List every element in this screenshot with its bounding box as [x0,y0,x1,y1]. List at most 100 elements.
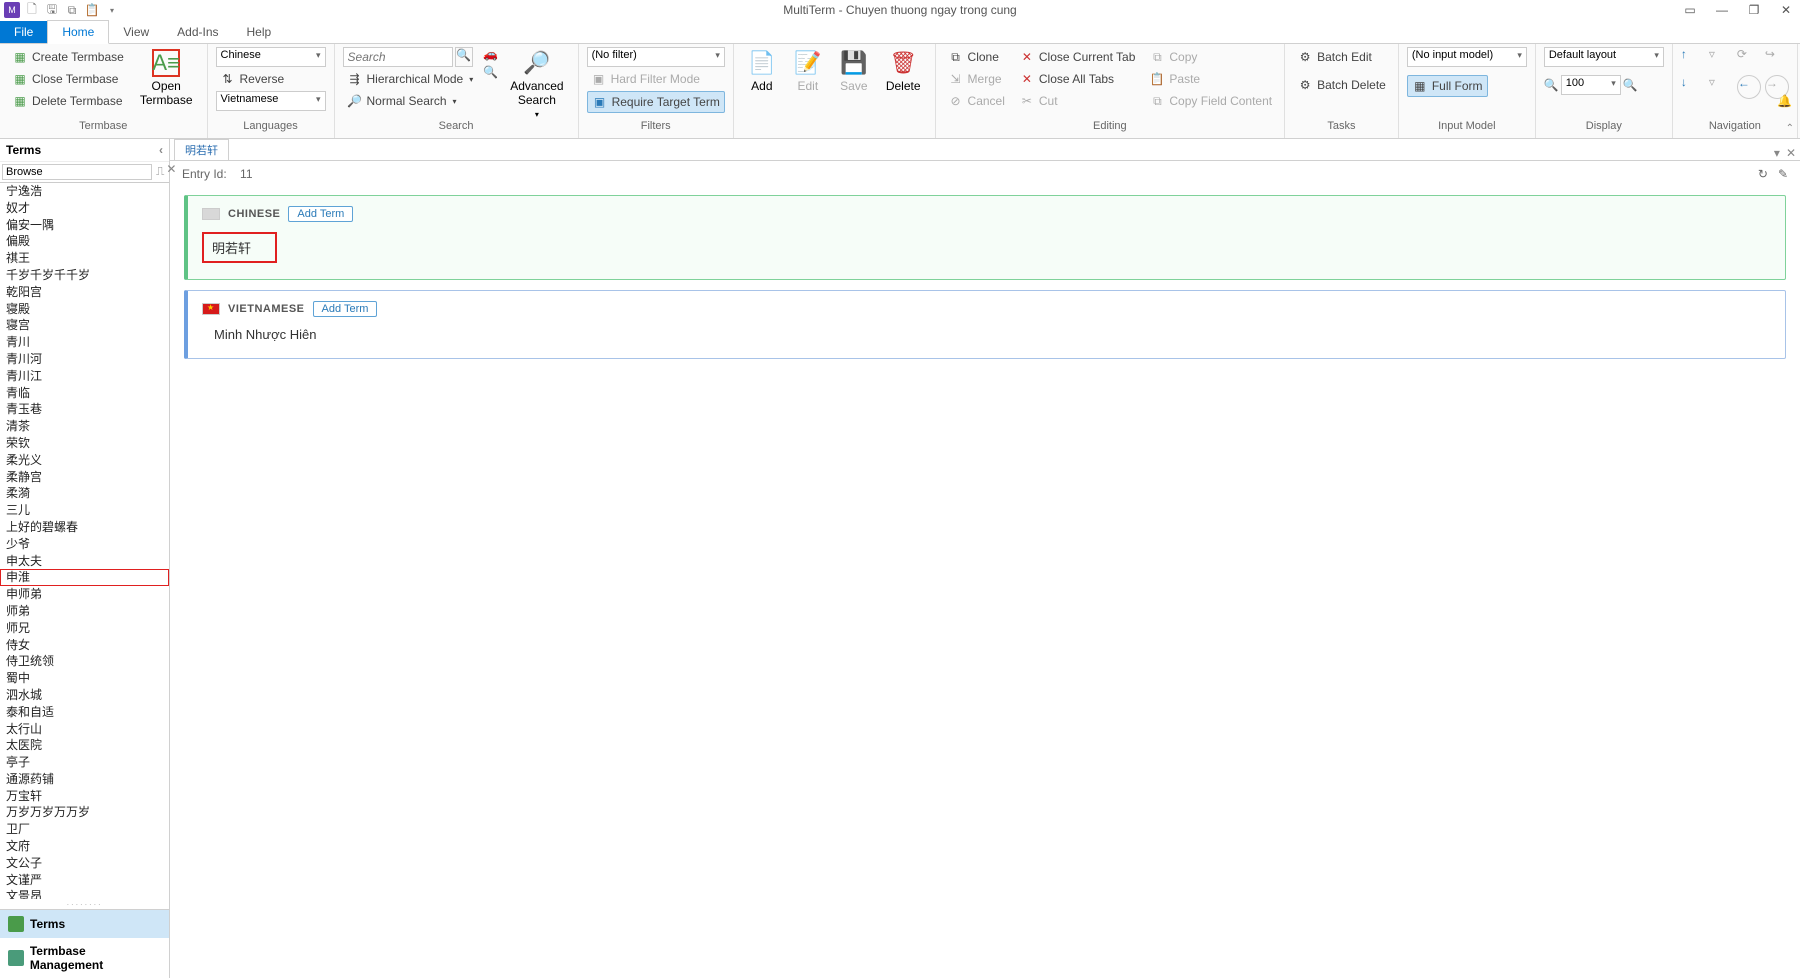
term-item[interactable]: 泰和自适 [0,704,169,721]
restore-icon[interactable]: ❐ [1744,3,1764,17]
filter-select[interactable]: (No filter) [587,47,725,67]
cut-button[interactable]: ✂Cut [1015,91,1140,111]
nav-back-icon[interactable]: ← [1737,75,1761,99]
term-item[interactable]: 寝宫 [0,317,169,334]
hard-filter-button[interactable]: ▣Hard Filter Mode [587,69,725,89]
source-lang-select[interactable]: Chinese [216,47,326,67]
edit-entry-button[interactable]: 📝Edit [788,47,828,95]
search-input[interactable] [343,47,453,67]
term-item[interactable]: 文景昂 [0,888,169,899]
sidebar-collapse-icon[interactable]: ‹ [159,143,163,157]
tab-close-icon[interactable]: ✕ [1786,146,1796,160]
paste-button[interactable]: 📋Paste [1145,69,1276,89]
copy-field-button[interactable]: ⧉Copy Field Content [1145,91,1276,111]
term-item[interactable]: 申太夫 [0,553,169,570]
batch-edit-button[interactable]: ⚙Batch Edit [1293,47,1390,67]
edit-icon[interactable]: ✎ [1778,167,1788,181]
term-item[interactable]: 万宝轩 [0,788,169,805]
term-item[interactable]: 青川河 [0,351,169,368]
require-target-button[interactable]: ▣Require Target Term [587,91,725,113]
term-item[interactable]: 文府 [0,838,169,855]
add-term-chinese-button[interactable]: Add Term [288,206,353,222]
delete-entry-button[interactable]: 🗑Delete [880,47,927,95]
delete-termbase-button[interactable]: ▦Delete Termbase [8,91,128,111]
term-chinese-value[interactable]: 明若轩 [202,232,277,263]
nav-termbase-management[interactable]: Termbase Management [0,938,169,978]
nav-filter2-icon[interactable]: ▿ [1709,75,1733,99]
clone-button[interactable]: ⧉Clone [944,47,1009,67]
add-entry-button[interactable]: 📄Add [742,47,782,95]
input-model-select[interactable]: (No input model) [1407,47,1527,67]
notification-bell-icon[interactable]: 🔔 [1777,94,1792,108]
tab-view[interactable]: View [109,21,163,43]
close-termbase-button[interactable]: ▦Close Termbase [8,69,128,89]
term-item[interactable]: 申师弟 [0,586,169,603]
term-item[interactable]: 文谨严 [0,872,169,889]
term-item[interactable]: 青临 [0,385,169,402]
ribbon-display-icon[interactable]: ▭ [1680,3,1700,17]
term-item[interactable]: 万岁万岁万万岁 [0,804,169,821]
term-item[interactable]: 亭子 [0,754,169,771]
term-item[interactable]: 祺王 [0,250,169,267]
fuzzy-search-icon[interactable]: 🚗 [483,47,498,61]
term-item[interactable]: 太行山 [0,721,169,738]
term-item[interactable]: 千岁千岁千千岁 [0,267,169,284]
term-item[interactable]: 偏安一隅 [0,217,169,234]
term-item[interactable]: 三儿 [0,502,169,519]
term-item[interactable]: 柔光义 [0,452,169,469]
new-doc-icon[interactable]: 🗋 [24,2,40,18]
paste-icon[interactable]: 📋 [84,2,100,18]
term-item[interactable]: 荣钦 [0,435,169,452]
wildcard-search-icon[interactable]: 🔍 [483,65,498,79]
term-item[interactable]: 宁逸浩 [0,183,169,200]
term-vietnamese-value[interactable]: Minh Nhược Hiên [202,327,1771,342]
zoom-in-icon[interactable]: 🔍 [1623,78,1638,92]
add-term-vietnamese-button[interactable]: Add Term [313,301,378,317]
term-item[interactable]: 侍女 [0,637,169,654]
term-list[interactable]: 宁逸浩奴才偏安一隅偏殿祺王千岁千岁千千岁乾阳宫寝殿寝宫青川青川河青川江青临青玉巷… [0,183,169,899]
term-item[interactable]: 乾阳宫 [0,284,169,301]
tab-home[interactable]: Home [47,20,109,44]
tab-help[interactable]: Help [233,21,286,43]
close-current-tab-button[interactable]: ✕Close Current Tab [1015,47,1140,67]
term-item[interactable]: 青玉巷 [0,401,169,418]
layout-select[interactable]: Default layout [1544,47,1664,67]
term-item[interactable]: 寝殿 [0,301,169,318]
open-termbase-button[interactable]: A≡ Open Termbase [134,47,199,110]
term-item[interactable]: 少爷 [0,536,169,553]
terms-search-input[interactable] [2,164,152,180]
nav-terms[interactable]: Terms [0,910,169,938]
term-item[interactable]: 卫厂 [0,821,169,838]
close-icon[interactable]: ✕ [1776,3,1796,17]
search-go-icon[interactable]: 🔍 [455,47,473,67]
term-item[interactable]: 柔静宫 [0,469,169,486]
hierarchical-mode-button[interactable]: ⇶Hierarchical Mode▾ [343,69,478,89]
term-item[interactable]: 通源药铺 [0,771,169,788]
term-item[interactable]: 青川江 [0,368,169,385]
term-item[interactable]: 申淮 [0,569,169,586]
tab-file[interactable]: File [0,21,47,43]
full-form-button[interactable]: ▦Full Form [1407,75,1488,97]
normal-search-button[interactable]: 🔎Normal Search▾ [343,91,478,111]
pin-icon[interactable]: ⎍ [154,162,166,182]
term-item[interactable]: 清茶 [0,418,169,435]
merge-button[interactable]: ⇲Merge [944,69,1009,89]
term-item[interactable]: 师弟 [0,603,169,620]
create-termbase-button[interactable]: ▦Create Termbase [8,47,128,67]
term-item[interactable]: 太医院 [0,737,169,754]
tab-addins[interactable]: Add-Ins [163,21,232,43]
close-all-tabs-button[interactable]: ✕Close All Tabs [1015,69,1140,89]
nav-up-icon[interactable]: ↑ [1681,47,1705,71]
term-item[interactable]: 青川 [0,334,169,351]
nav-filter-icon[interactable]: ▿ [1709,47,1733,71]
reverse-button[interactable]: ⇅Reverse [216,69,326,89]
term-item[interactable]: 上好的碧螺春 [0,519,169,536]
qat-more-icon[interactable]: ▾ [104,2,120,18]
minimize-icon[interactable]: — [1712,3,1732,17]
term-item[interactable]: 侍卫统领 [0,653,169,670]
term-item[interactable]: 蜀中 [0,670,169,687]
zoom-select[interactable]: 100 [1561,75,1621,95]
history-icon[interactable]: ↻ [1758,167,1768,181]
copy-button[interactable]: ⧉Copy [1145,47,1276,67]
nav-refresh-icon[interactable]: ⟳ [1737,47,1761,71]
